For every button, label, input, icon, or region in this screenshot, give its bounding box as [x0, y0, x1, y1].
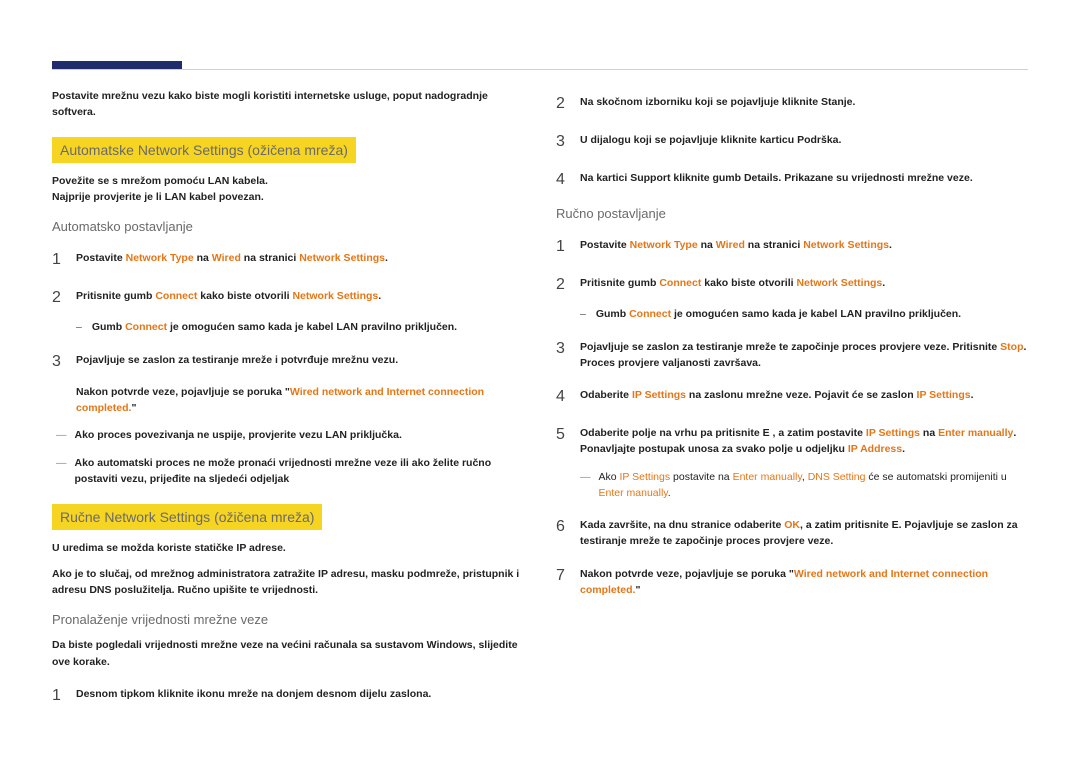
auto-line2: Najprije provjerite je li LAN kabel pove…	[52, 189, 524, 205]
subheading-manual-setup: Ručno postavljanje	[556, 206, 1028, 221]
step-text: Odaberite polje na vrhu pa pritisnite E …	[580, 423, 1028, 458]
find-intro: Da biste pogledali vrijednosti mrežne ve…	[52, 637, 524, 670]
man-step-5: 5 Odaberite polje na vrhu pa pritisnite …	[556, 423, 1028, 458]
manual-line2: Ako je to slučaj, od mrežnog administrat…	[52, 566, 524, 599]
step-number: 6	[556, 515, 570, 539]
subheading-find-values: Pronalaženje vrijednosti mrežne veze	[52, 612, 524, 627]
note-dash: ―	[56, 456, 67, 488]
step-text: Na skočnom izborniku koji se pojavljuje …	[580, 92, 1028, 111]
heading-auto-network: Automatske Network Settings (ožičena mre…	[52, 137, 356, 163]
left-column: Postavite mrežnu vezu kako biste mogli k…	[52, 88, 524, 708]
step-text: Odaberite IP Settings na zaslonu mrežne …	[580, 385, 1028, 404]
auto-step-2-note: Gumb Connect je omogućen samo kada je ka…	[76, 320, 524, 336]
note-dash: ―	[56, 428, 67, 444]
find-step-4: 4 Na kartici Support kliknite gumb Detai…	[556, 168, 1028, 192]
auto-desc: Povežite se s mrežom pomoću LAN kabela. …	[52, 173, 524, 206]
man-step-1: 1 Postavite Network Type na Wired na str…	[556, 235, 1028, 259]
note-2: ― Ako automatski proces ne može pronaći …	[56, 456, 524, 488]
find-step-1: 1 Desnom tipkom kliknite ikonu mreže na …	[52, 684, 524, 708]
step-number: 1	[52, 248, 66, 272]
man-step-3: 3 Pojavljuje se zaslon za testiranje mre…	[556, 337, 1028, 372]
find-step-2: 2 Na skočnom izborniku koji se pojavljuj…	[556, 92, 1028, 116]
step-number: 5	[556, 423, 570, 447]
man-step-7: 7 Nakon potvrde veze, pojavljuje se poru…	[556, 564, 1028, 599]
step-text: Pojavljuje se zaslon za testiranje mreže…	[76, 350, 524, 369]
step-number: 2	[556, 273, 570, 297]
intro-text: Postavite mrežnu vezu kako biste mogli k…	[52, 88, 524, 121]
step-text: Na kartici Support kliknite gumb Details…	[580, 168, 1028, 187]
chapter-mark	[52, 61, 182, 69]
subheading-auto-setup: Automatsko postavljanje	[52, 219, 524, 234]
note-1: ― Ako proces povezivanja ne uspije, prov…	[56, 428, 524, 444]
step-number: 4	[556, 168, 570, 192]
step-text: Kada završite, na dnu stranice odaberite…	[580, 515, 1028, 550]
man-step-6: 6 Kada završite, na dnu stranice odaberi…	[556, 515, 1028, 550]
step-text: Desnom tipkom kliknite ikonu mreže na do…	[76, 684, 524, 703]
manual-line1: U uredima se možda koriste statičke IP a…	[52, 540, 524, 556]
man-step-2: 2 Pritisnite gumb Connect kako biste otv…	[556, 273, 1028, 297]
right-column: 2 Na skočnom izborniku koji se pojavljuj…	[556, 88, 1028, 708]
step-number: 1	[52, 684, 66, 708]
auto-step-3: 3 Pojavljuje se zaslon za testiranje mre…	[52, 350, 524, 374]
step-text: Pritisnite gumb Connect kako biste otvor…	[580, 273, 1028, 292]
note-dash: ―	[580, 470, 591, 502]
step-text: Postavite Network Type na Wired na stran…	[580, 235, 1028, 254]
auto-step-2: 2 Pritisnite gumb Connect kako biste otv…	[52, 286, 524, 310]
content-columns: Postavite mrežnu vezu kako biste mogli k…	[52, 88, 1028, 708]
step-number: 1	[556, 235, 570, 259]
find-step-3: 3 U dijalogu koji se pojavljuje kliknite…	[556, 130, 1028, 154]
auto-line1: Povežite se s mrežom pomoću LAN kabela.	[52, 173, 524, 189]
heading-manual-network: Ručne Network Settings (ožičena mreža)	[52, 504, 322, 530]
auto-step-1: 1 Postavite Network Type na Wired na str…	[52, 248, 524, 272]
step-text: Pritisnite gumb Connect kako biste otvor…	[76, 286, 524, 305]
step-text: Nakon potvrde veze, pojavljuje se poruka…	[580, 564, 1028, 599]
man-step-4: 4 Odaberite IP Settings na zaslonu mrežn…	[556, 385, 1028, 409]
step-number: 3	[556, 337, 570, 361]
step-text: Pojavljuje se zaslon za testiranje mreže…	[580, 337, 1028, 372]
step-text: U dijalogu koji se pojavljuje kliknite k…	[580, 130, 1028, 149]
auto-step-3-result: Nakon potvrde veze, pojavljuje se poruka…	[76, 384, 524, 417]
step-text: Postavite Network Type na Wired na stran…	[76, 248, 524, 267]
step-number: 3	[556, 130, 570, 154]
top-rule	[52, 69, 1028, 70]
step-number: 7	[556, 564, 570, 588]
step-number: 3	[52, 350, 66, 374]
stop-label: Stop	[1000, 341, 1023, 353]
step-number: 2	[556, 92, 570, 116]
step-number: 2	[52, 286, 66, 310]
man-step-5-note: ― Ako IP Settings postavite na Enter man…	[580, 470, 1028, 502]
man-step-2-note: Gumb Connect je omogućen samo kada je ka…	[580, 307, 1028, 323]
step-number: 4	[556, 385, 570, 409]
